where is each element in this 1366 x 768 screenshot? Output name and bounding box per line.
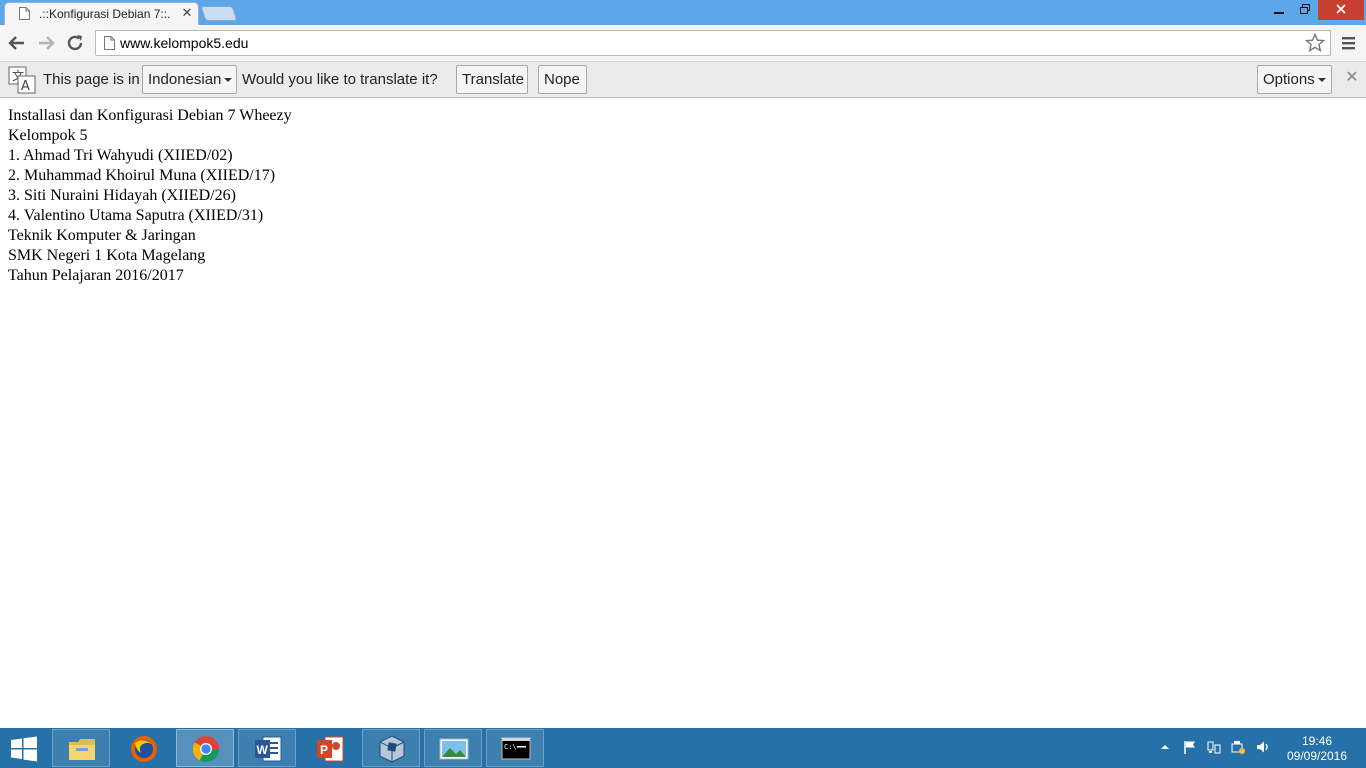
translate-prefix: This page is in xyxy=(43,71,140,88)
svg-text:W: W xyxy=(257,743,269,757)
taskbar-word[interactable]: W xyxy=(238,729,296,767)
action-center-flag-icon[interactable] xyxy=(1182,739,1198,755)
taskbar-photos[interactable] xyxy=(424,729,482,767)
photos-icon xyxy=(439,738,469,760)
svg-text:C:\: C:\ xyxy=(504,743,517,751)
content-line: 4. Valentino Utama Saputra (XIIED/31) xyxy=(8,207,264,224)
tab-active[interactable]: .::Konfigurasi Debian 7::. ✕ xyxy=(4,2,199,25)
network-icon[interactable] xyxy=(1206,739,1222,755)
language-select-value: Indonesian xyxy=(148,71,222,88)
content-line: 3. Siti Nuraini Hidayah (XIIED/26) xyxy=(8,187,236,204)
svg-text:A: A xyxy=(21,79,30,94)
content-line: Teknik Komputer & Jaringan xyxy=(8,227,196,244)
translate-button[interactable]: Translate xyxy=(456,65,528,94)
restore-button[interactable] xyxy=(1292,0,1318,20)
close-infobar-icon[interactable]: ✕ xyxy=(1344,70,1360,86)
back-arrow-icon[interactable] xyxy=(6,32,28,54)
svg-text:P: P xyxy=(320,743,328,757)
taskbar: W P C:\ 19:46 09/09/2016 xyxy=(0,728,1366,768)
volume-icon[interactable] xyxy=(1255,739,1271,755)
options-label: Options xyxy=(1263,71,1315,88)
new-tab-button[interactable] xyxy=(200,6,238,21)
firefox-icon xyxy=(131,736,157,762)
taskbar-virtualbox[interactable] xyxy=(362,729,420,767)
taskbar-chrome[interactable] xyxy=(176,729,234,767)
content-line: 1. Ahmad Tri Wahyudi (XIIED/02) xyxy=(8,147,233,164)
chevron-down-icon xyxy=(224,78,233,83)
clock-time: 19:46 xyxy=(1301,734,1333,748)
options-button[interactable]: Options xyxy=(1257,65,1332,94)
nope-button[interactable]: Nope xyxy=(538,65,587,94)
url-text[interactable]: www.kelompok5.edu xyxy=(120,35,248,51)
word-icon: W xyxy=(255,736,282,762)
chrome-icon xyxy=(192,736,220,763)
tab-title: .::Konfigurasi Debian 7::. xyxy=(39,7,171,21)
content-line: 2. Muhammad Khoirul Muna (XIIED/17) xyxy=(8,167,276,184)
powerpoint-icon: P xyxy=(317,736,344,762)
content-line: Tahun Pelajaran 2016/2017 xyxy=(8,267,184,284)
show-hidden-icons-icon[interactable] xyxy=(1158,740,1172,754)
taskbar-file-explorer[interactable] xyxy=(52,729,110,767)
page-content: Installasi dan Konfigurasi Debian 7 Whee… xyxy=(8,106,292,286)
close-window-button[interactable] xyxy=(1318,0,1364,20)
window-titlebar: .::Konfigurasi Debian 7::. ✕ xyxy=(0,0,1366,25)
power-icon[interactable] xyxy=(1230,739,1246,755)
content-line: Kelompok 5 xyxy=(8,127,88,144)
menu-icon[interactable] xyxy=(1340,34,1358,52)
content-line: Installasi dan Konfigurasi Debian 7 Whee… xyxy=(8,107,292,124)
taskbar-firefox[interactable] xyxy=(114,729,172,767)
address-bar[interactable]: www.kelompok5.edu xyxy=(95,30,1331,56)
translate-question: Would you like to translate it? xyxy=(242,71,438,88)
windows-start-icon[interactable] xyxy=(8,735,40,763)
minimize-button[interactable] xyxy=(1266,0,1292,20)
page-icon xyxy=(19,7,30,20)
taskbar-clock[interactable]: 19:46 09/09/2016 xyxy=(1282,734,1352,764)
tab-close-icon[interactable]: ✕ xyxy=(181,6,193,19)
content-line: SMK Negeri 1 Kota Magelang xyxy=(8,247,206,264)
bookmark-star-icon[interactable] xyxy=(1305,33,1325,53)
command-prompt-icon: C:\ xyxy=(501,737,531,760)
translate-icon: 文 A xyxy=(8,66,36,94)
file-explorer-icon xyxy=(69,739,95,760)
taskbar-powerpoint[interactable]: P xyxy=(300,729,358,767)
clock-date: 09/09/2016 xyxy=(1286,749,1348,763)
reload-icon[interactable] xyxy=(64,32,86,54)
page-icon xyxy=(104,36,115,50)
language-select[interactable]: Indonesian xyxy=(142,65,237,94)
taskbar-command-prompt[interactable]: C:\ xyxy=(486,729,544,767)
chevron-down-icon xyxy=(1317,78,1326,83)
forward-arrow-icon[interactable] xyxy=(35,32,57,54)
virtualbox-icon xyxy=(379,735,405,763)
